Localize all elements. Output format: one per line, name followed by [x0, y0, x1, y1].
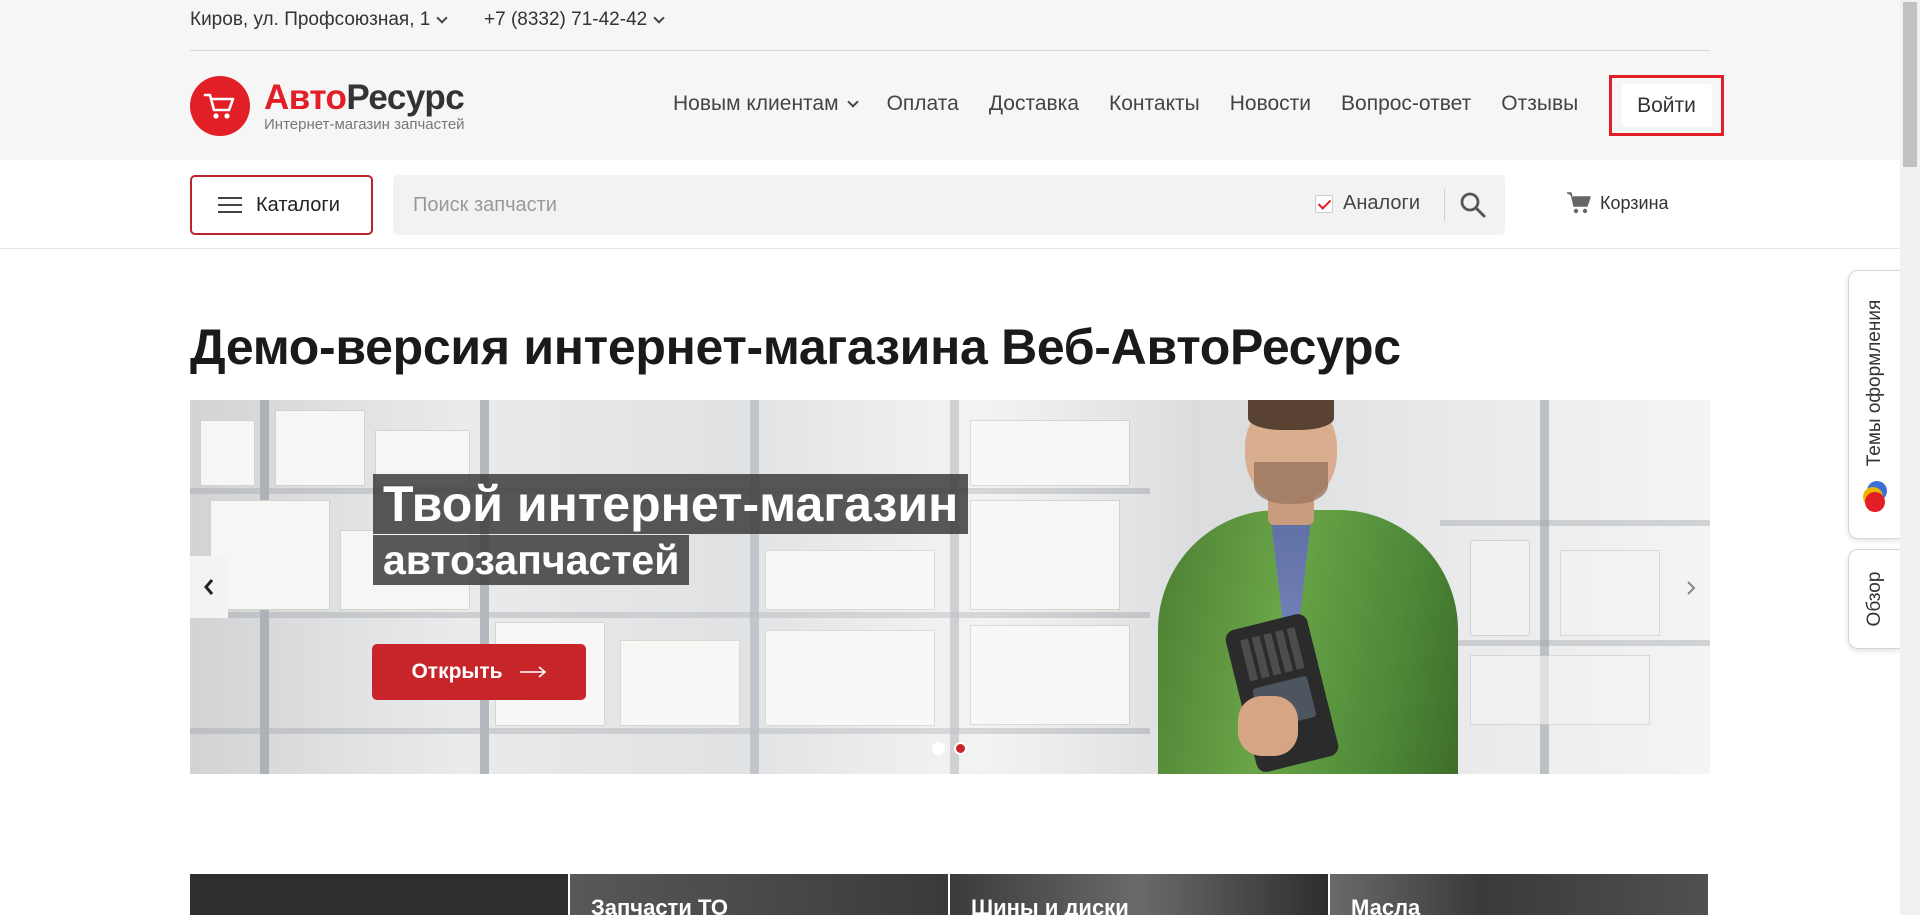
category-tile-label: Масла — [1351, 895, 1421, 915]
category-tile-tires-wheels[interactable]: Шины и диски — [950, 874, 1328, 915]
nav-item-contacts[interactable]: Контакты — [1109, 92, 1200, 116]
nav-item-label: Новости — [1229, 92, 1312, 115]
chevron-left-icon — [204, 579, 214, 595]
logo-name-part2: Ресурс — [346, 77, 465, 117]
address-text: Киров, ул. Профсоюзная, 1 — [190, 9, 431, 30]
nav-item-new-clients[interactable]: Новым клиентам — [673, 92, 859, 116]
logo-name-part1: Авто — [264, 77, 347, 117]
themes-tab[interactable]: Темы оформления — [1848, 270, 1900, 539]
catalog-button[interactable]: Каталоги — [190, 175, 373, 235]
main-nav: Новым клиентам Оплата Доставка Контакты … — [673, 92, 1608, 116]
banner-subheadline: автозапчастей — [373, 535, 690, 585]
cart-label: Корзина — [1600, 192, 1669, 213]
login-button[interactable]: Войти — [1621, 84, 1712, 127]
nav-item-reviews[interactable]: Отзывы — [1501, 92, 1578, 116]
themes-tab-label: Темы оформления — [1863, 299, 1885, 467]
nav-item-delivery[interactable]: Доставка — [989, 92, 1079, 116]
logo-text: АвтоРесурс Интернет-магазин запчастей — [264, 77, 465, 133]
nav-item-faq[interactable]: Вопрос-ответ — [1341, 92, 1471, 116]
analogs-checkbox[interactable]: Аналоги — [1315, 192, 1420, 215]
address-selector[interactable]: Киров, ул. Профсоюзная, 1 — [190, 9, 449, 31]
slider-next-button[interactable] — [1679, 570, 1703, 606]
nav-item-label: Доставка — [988, 92, 1079, 115]
top-bar: Киров, ул. Профсоюзная, 1 +7 (8332) 71-4… — [190, 0, 1710, 51]
slider-dot-1[interactable] — [932, 742, 945, 755]
nav-item-label: Оплата — [886, 92, 959, 115]
category-tile-maintenance-parts[interactable]: Запчасти ТО — [570, 874, 948, 915]
category-tile-label: Запчасти ТО — [591, 895, 728, 915]
nav-item-label: Новым клиентам — [673, 92, 839, 115]
site-logo[interactable]: АвтоРесурс Интернет-магазин запчастей — [190, 76, 465, 136]
phone-selector[interactable]: +7 (8332) 71-42-42 — [484, 9, 665, 31]
open-button[interactable]: Открыть — [372, 644, 586, 700]
search-divider — [1444, 189, 1445, 221]
slider-prev-button[interactable] — [190, 556, 228, 618]
chevron-right-icon — [1687, 581, 1696, 595]
chevron-down-icon — [436, 11, 449, 24]
shopping-cart-icon — [1567, 192, 1591, 214]
banner-headline: Твой интернет-магазин — [373, 474, 969, 534]
cart-icon — [190, 76, 250, 136]
slider-dot-2-active[interactable] — [954, 742, 967, 755]
overview-tab-label: Обзор — [1863, 571, 1885, 627]
nav-item-label: Отзывы — [1501, 92, 1579, 115]
checkbox-checked-icon[interactable] — [1315, 194, 1333, 213]
scrollbar-thumb[interactable] — [1903, 2, 1917, 167]
logo-subtitle: Интернет-магазин запчастей — [264, 115, 465, 133]
palette-icon — [1863, 481, 1887, 515]
nav-item-label: Вопрос-ответ — [1341, 92, 1472, 115]
arrow-right-icon — [519, 666, 546, 678]
nav-item-payment[interactable]: Оплата — [887, 92, 959, 116]
logo-title: АвтоРесурс — [264, 77, 465, 117]
category-tile-label: Шины и диски — [971, 895, 1129, 915]
search-box: Аналоги — [393, 175, 1505, 235]
chevron-down-icon — [846, 95, 859, 108]
nav-item-news[interactable]: Новости — [1230, 92, 1311, 116]
overview-tab[interactable]: Обзор — [1848, 549, 1900, 649]
catalog-label: Каталоги — [256, 193, 340, 216]
open-button-label: Открыть — [411, 660, 503, 683]
promo-banner[interactable]: Твой интернет-магазин автозапчастей Откр… — [190, 400, 1710, 774]
menu-icon — [218, 197, 242, 213]
banner-overlay — [190, 400, 1710, 774]
login-highlight-frame: Войти — [1609, 75, 1724, 136]
header: Киров, ул. Профсоюзная, 1 +7 (8332) 71-4… — [0, 0, 1900, 160]
cart-link[interactable]: Корзина — [1566, 191, 1669, 215]
analogs-label: Аналоги — [1343, 192, 1420, 214]
phone-text: +7 (8332) 71-42-42 — [484, 9, 648, 30]
search-icon[interactable] — [1459, 191, 1487, 224]
chevron-down-icon — [653, 11, 665, 24]
page-title: Демо-версия интернет-магазина Веб-АвтоРе… — [190, 319, 1401, 375]
search-bar-row: Каталоги Аналоги Корзина — [0, 160, 1900, 249]
search-input[interactable] — [413, 175, 1293, 235]
nav-item-label: Контакты — [1109, 92, 1200, 115]
category-tile[interactable] — [190, 874, 568, 915]
category-tile-oils[interactable]: Масла — [1330, 874, 1708, 915]
